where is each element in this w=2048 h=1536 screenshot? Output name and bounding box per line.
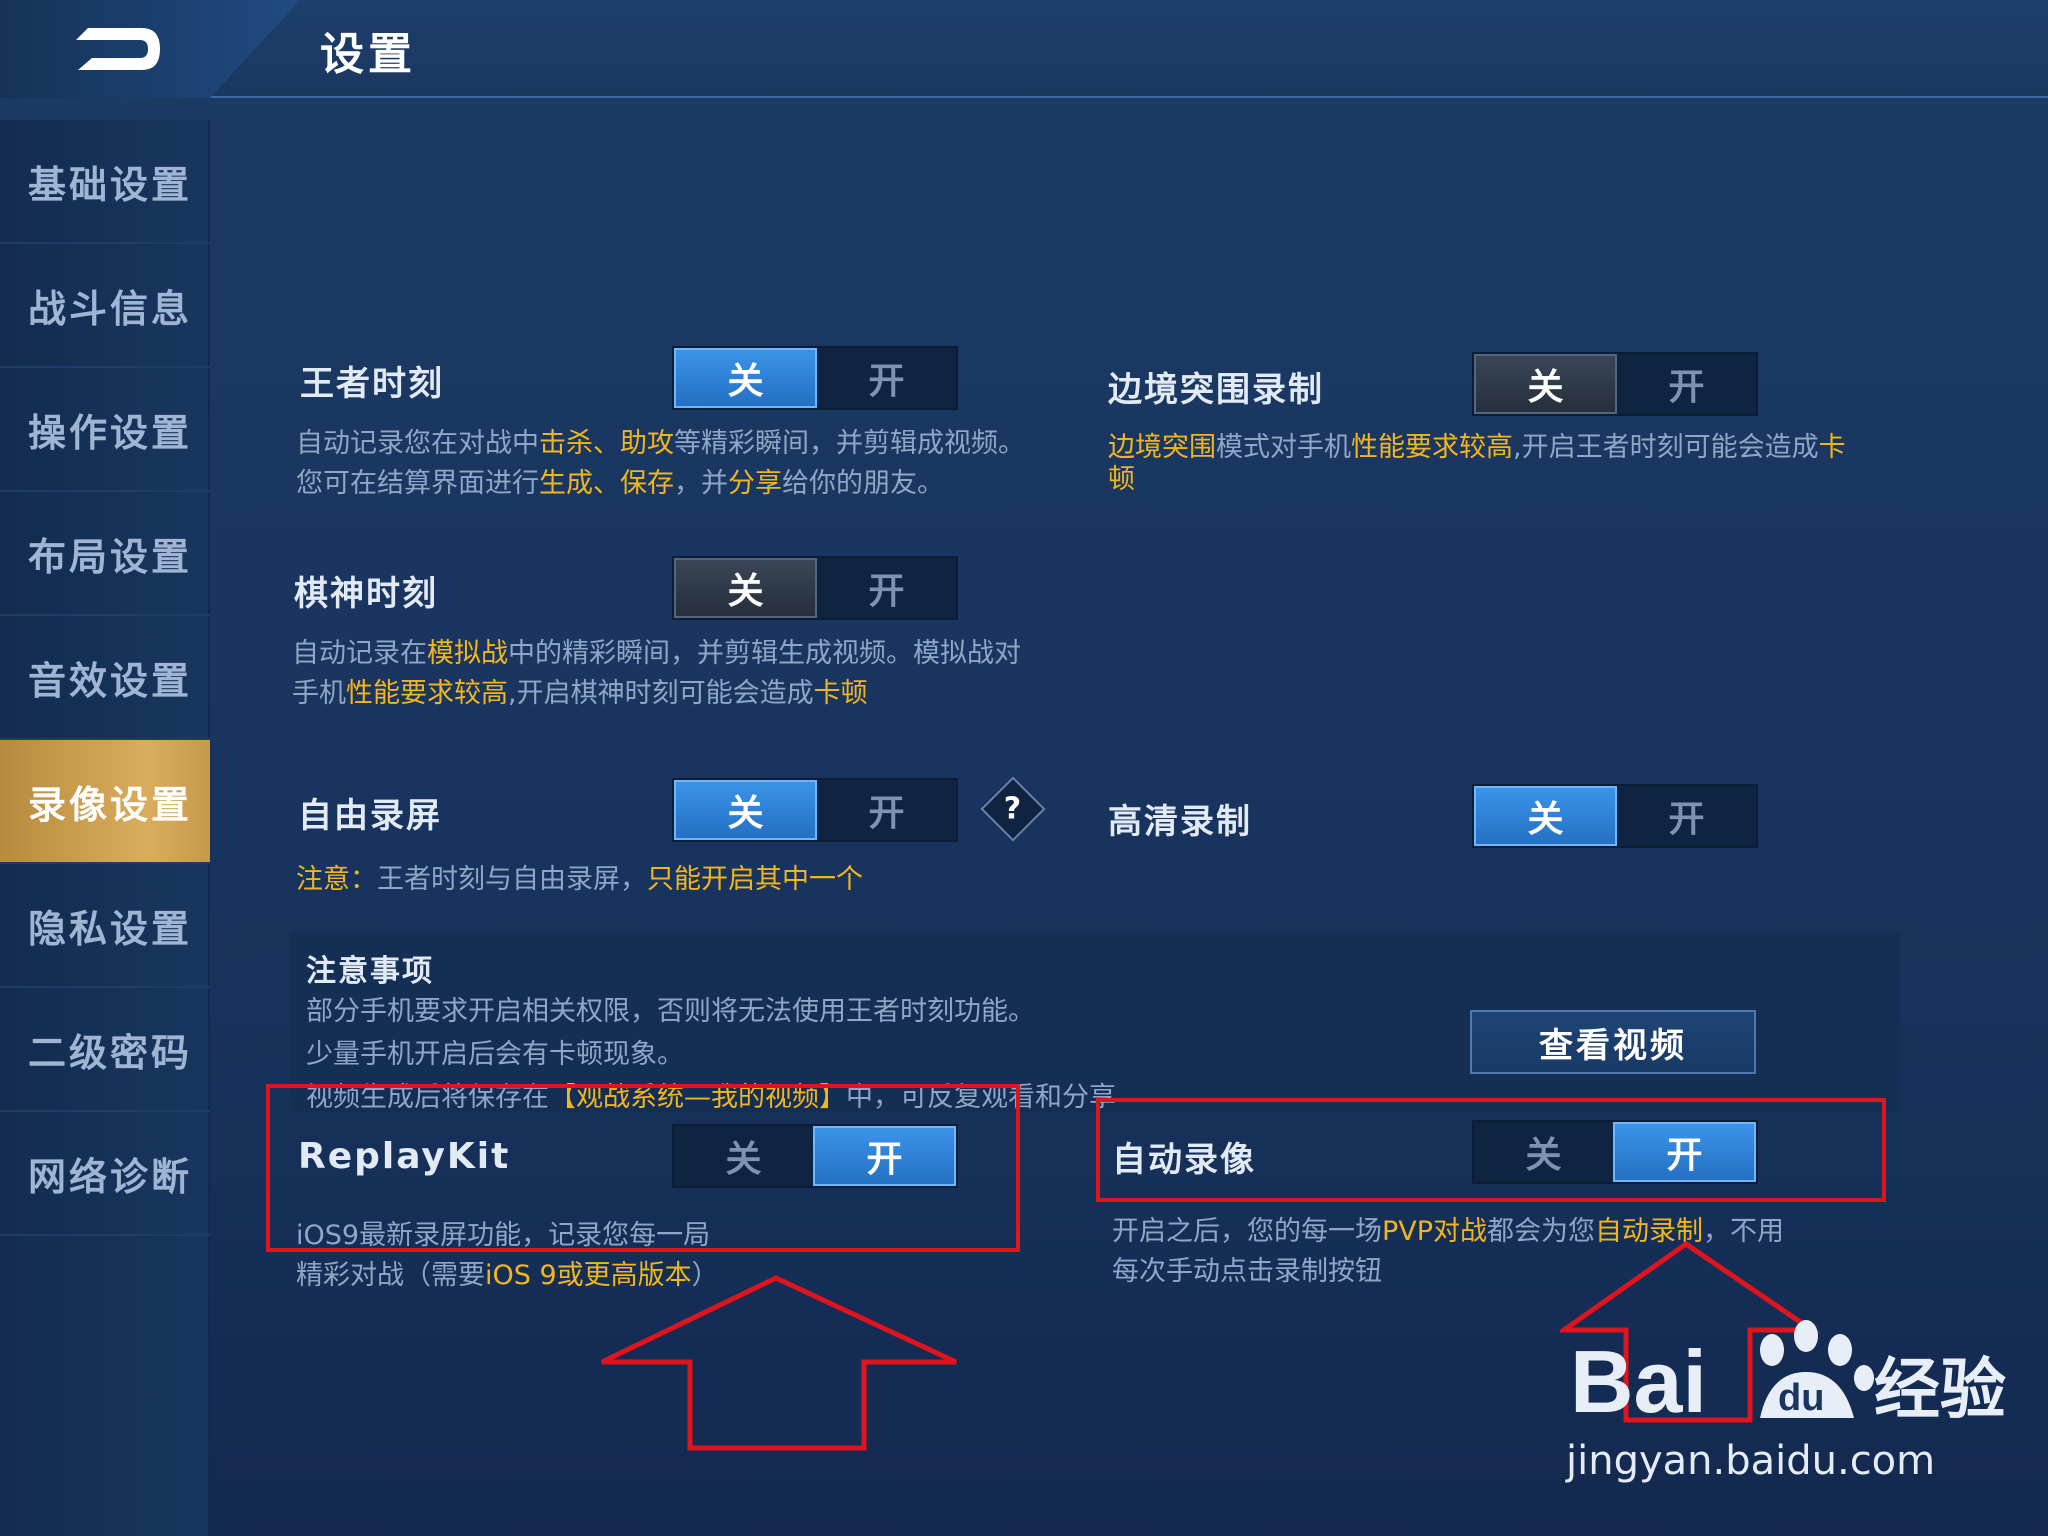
annotation-box-replaykit bbox=[266, 1084, 1020, 1252]
top-bar: 设置 bbox=[0, 0, 2048, 98]
toggle-off-option[interactable]: 关 bbox=[674, 780, 817, 840]
sidebar-item-basic[interactable]: 基础设置 bbox=[0, 120, 210, 244]
help-icon[interactable]: ? bbox=[980, 776, 1046, 842]
border-breakout-record-label: 边境突围录制 bbox=[1108, 370, 1324, 410]
svg-text:du: du bbox=[1778, 1377, 1824, 1419]
sidebar-item-layout[interactable]: 布局设置 bbox=[0, 492, 210, 616]
svg-text:Bai: Bai bbox=[1570, 1332, 1707, 1431]
toggle-off-option[interactable]: 关 bbox=[1474, 354, 1617, 414]
border-breakout-record-toggle[interactable]: 关 开 bbox=[1472, 352, 1758, 416]
sidebar-item-recording[interactable]: 录像设置 bbox=[0, 740, 210, 864]
sidebar-item-network-diagnosis[interactable]: 网络诊断 bbox=[0, 1112, 210, 1236]
toggle-on-option[interactable]: 开 bbox=[817, 348, 956, 408]
toggle-off-option[interactable]: 关 bbox=[674, 348, 817, 408]
chess-moment-description: 自动记录在模拟战中的精彩瞬间，并剪辑生成视频。模拟战对 手机性能要求较高,开启棋… bbox=[292, 638, 1021, 709]
view-video-button[interactable]: 查看视频 bbox=[1470, 1010, 1756, 1074]
back-arrow-icon[interactable] bbox=[70, 18, 170, 80]
free-record-label: 自由录屏 bbox=[298, 796, 442, 836]
annotation-arrow-up-icon bbox=[600, 1275, 958, 1451]
wangzhe-moment-toggle[interactable]: 关 开 bbox=[672, 346, 958, 410]
sidebar-item-secondary-password[interactable]: 二级密码 bbox=[0, 988, 210, 1112]
wangzhe-moment-description: 自动记录您在对战中击杀、助攻等精彩瞬间，并剪辑成视频。 您可在结算界面进行生成、… bbox=[296, 428, 1025, 499]
wangzhe-moment-label: 王者时刻 bbox=[300, 364, 444, 404]
chess-moment-toggle[interactable]: 关 开 bbox=[672, 556, 958, 620]
watermark-url: jingyan.baidu.com bbox=[1566, 1438, 1936, 1484]
hd-record-toggle[interactable]: 关 开 bbox=[1472, 784, 1758, 848]
sidebar-item-audio[interactable]: 音效设置 bbox=[0, 616, 210, 740]
toggle-on-option[interactable]: 开 bbox=[817, 558, 956, 618]
free-record-description: 注意：王者时刻与自由录屏，只能开启其中一个 bbox=[296, 864, 863, 895]
notes-title: 注意事项 bbox=[306, 954, 434, 989]
toggle-off-option[interactable]: 关 bbox=[1474, 786, 1617, 846]
page-title: 设置 bbox=[320, 29, 416, 80]
chess-moment-label: 棋神时刻 bbox=[294, 574, 438, 614]
hd-record-label: 高清录制 bbox=[1108, 802, 1252, 842]
sidebar-item-battle-info[interactable]: 战斗信息 bbox=[0, 244, 210, 368]
sidebar-item-controls[interactable]: 操作设置 bbox=[0, 368, 210, 492]
annotation-box-auto-record bbox=[1096, 1098, 1886, 1202]
sidebar-item-privacy[interactable]: 隐私设置 bbox=[0, 864, 210, 988]
toggle-on-option[interactable]: 开 bbox=[817, 780, 956, 840]
sidebar: 基础设置 战斗信息 操作设置 布局设置 音效设置 录像设置 隐私设置 二级密码 … bbox=[0, 120, 210, 1536]
toggle-off-option[interactable]: 关 bbox=[674, 558, 817, 618]
toggle-on-option[interactable]: 开 bbox=[1617, 786, 1756, 846]
border-breakout-record-description: 边境突围模式对手机性能要求较高,开启王者时刻可能会造成卡 顿 bbox=[1108, 432, 1846, 495]
svg-text:经验: 经验 bbox=[1874, 1351, 2006, 1428]
free-record-toggle[interactable]: 关 开 bbox=[672, 778, 958, 842]
toggle-on-option[interactable]: 开 bbox=[1617, 354, 1756, 414]
